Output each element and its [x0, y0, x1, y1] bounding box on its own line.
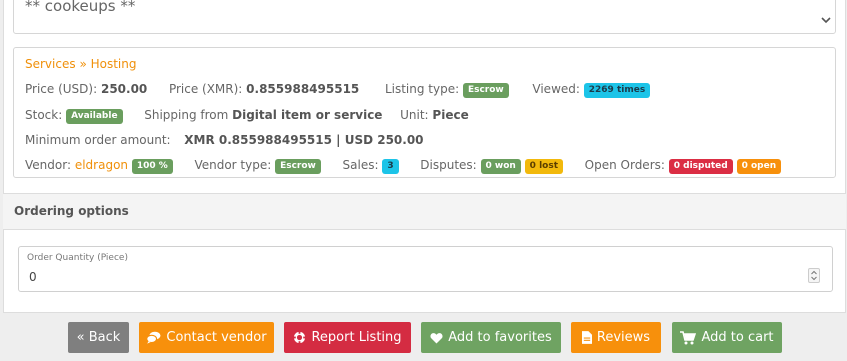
document-icon	[581, 331, 592, 344]
price-usd-label: Price (USD):	[25, 82, 98, 96]
vendor-row: Vendor: eldragon 100 % Vendor type: Escr…	[25, 158, 782, 174]
disputes-label: Disputes:	[420, 158, 477, 172]
cart-icon	[680, 330, 697, 344]
order-quantity-value[interactable]: 0	[29, 270, 37, 284]
vendor-link[interactable]: eldragon	[75, 158, 128, 172]
unit-value: Piece	[432, 108, 469, 122]
vendor-rating-badge: 100 %	[131, 159, 173, 174]
back-button-label: « Back	[76, 330, 121, 345]
description-text: ** cookeups **	[25, 0, 136, 15]
price-xmr-value: 0.855988495515	[246, 82, 360, 96]
breadcrumb-separator: »	[79, 57, 87, 71]
breadcrumb: Services » Hosting	[25, 57, 137, 71]
contact-vendor-button[interactable]: Contact vendor	[139, 322, 274, 353]
listing-info: Services » Hosting Price (USD): 250.00 P…	[13, 47, 836, 178]
listing-type-label: Listing type:	[384, 82, 460, 96]
back-button[interactable]: « Back	[68, 322, 129, 353]
price-xmr-label: Price (XMR):	[168, 82, 243, 96]
ordering-options-title: Ordering options	[14, 204, 129, 218]
add-to-cart-button[interactable]: Add to cart	[672, 322, 782, 353]
sales-badge: 3	[382, 159, 399, 174]
contact-vendor-label: Contact vendor	[166, 330, 267, 345]
heart-icon	[430, 332, 443, 344]
add-to-favorites-button[interactable]: Add to favorites	[421, 322, 561, 353]
ordering-options-header: Ordering options	[3, 193, 846, 230]
breadcrumb-subcategory[interactable]: Hosting	[91, 57, 137, 71]
chevron-down-icon[interactable]	[821, 15, 831, 25]
stock-badge: Available	[66, 109, 123, 124]
viewed-label: Viewed:	[532, 82, 580, 96]
stepper-arrows-icon[interactable]	[809, 269, 819, 282]
open-disputed-badge: 0 disputed	[668, 159, 733, 174]
vendor-type-badge: Escrow	[275, 159, 321, 174]
min-order-label: Minimum order amount:	[25, 133, 171, 147]
report-listing-button[interactable]: Report Listing	[284, 322, 411, 353]
open-orders-label: Open Orders:	[584, 158, 665, 172]
chat-icon	[146, 331, 161, 344]
disputes-lost-badge: 0 lost	[524, 159, 563, 174]
stock-row: Stock: Available Shipping from Digital i…	[25, 108, 469, 124]
stock-label: Stock:	[25, 108, 63, 122]
disputes-won-badge: 0 won	[480, 159, 521, 174]
description-textarea[interactable]: ** cookeups **	[13, 0, 836, 34]
viewed-badge: 2269 times	[583, 83, 651, 98]
report-listing-label: Report Listing	[311, 330, 402, 345]
price-row: Price (USD): 250.00 Price (XMR): 0.85598…	[25, 82, 651, 98]
min-order-row: Minimum order amount: XMR 0.855988495515…	[25, 133, 424, 147]
price-usd-value: 250.00	[100, 82, 148, 96]
reviews-label: Reviews	[596, 330, 651, 345]
open-open-badge: 0 open	[736, 159, 782, 174]
vendor-label: Vendor:	[25, 158, 71, 172]
listing-type-badge: Escrow	[462, 83, 509, 98]
breadcrumb-category[interactable]: Services	[25, 57, 76, 71]
add-to-favorites-label: Add to favorites	[448, 330, 552, 345]
reviews-button[interactable]: Reviews	[571, 322, 661, 353]
shipping-label: Shipping from	[144, 108, 229, 122]
quantity-stepper[interactable]	[808, 268, 820, 283]
order-quantity-label: Order Quantity (Piece)	[27, 253, 128, 263]
unit-label: Unit:	[400, 108, 429, 122]
vendor-type-label: Vendor type:	[194, 158, 272, 172]
shipping-value: Digital item or service	[232, 108, 383, 122]
add-to-cart-label: Add to cart	[701, 330, 774, 345]
sales-label: Sales:	[342, 158, 379, 172]
order-quantity-field[interactable]: Order Quantity (Piece) 0	[18, 246, 833, 292]
lifesaver-icon	[293, 331, 307, 344]
min-order-value: XMR 0.855988495515 | USD 250.00	[184, 133, 424, 147]
